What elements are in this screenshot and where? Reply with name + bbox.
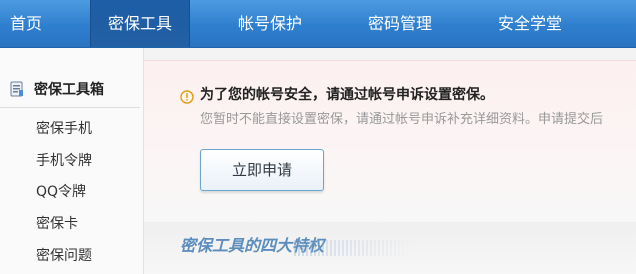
sidebar: 密保工具箱 密保手机 手机令牌 QQ令牌 密保卡 密保问题	[0, 48, 144, 274]
tab-security-academy[interactable]: 安全学堂	[482, 0, 578, 47]
sidebar-item-security-phone[interactable]: 密保手机	[36, 119, 92, 139]
main-content: 为了您的帐号安全，请通过帐号申诉设置密保。 您暂时不能直接设置密保，请通过帐号申…	[144, 60, 636, 274]
tab-account-protection[interactable]: 帐号保护	[222, 0, 318, 47]
sidebar-title: 密保工具箱	[34, 82, 104, 98]
features-section: 密保工具的四大特权	[144, 222, 636, 274]
sidebar-header: 密保工具箱	[0, 75, 140, 108]
tab-home[interactable]: 首页	[0, 0, 52, 47]
warning-circle-icon	[180, 89, 194, 104]
notice-description: 您暂时不能直接设置密保，请通过帐号申诉补充详细资料。申请提交后	[200, 112, 604, 127]
notice-headline: 为了您的帐号安全，请通过帐号申诉设置密保。	[200, 87, 494, 103]
toolbox-icon	[10, 81, 24, 97]
sidebar-item-security-question[interactable]: 密保问题	[36, 246, 92, 266]
notice-panel: 为了您的帐号安全，请通过帐号申诉设置密保。 您暂时不能直接设置密保，请通过帐号申…	[144, 60, 636, 223]
sidebar-item-mobile-token[interactable]: 手机令牌	[36, 151, 92, 171]
tab-password-management[interactable]: 密码管理	[352, 0, 448, 47]
sidebar-item-qq-token[interactable]: QQ令牌	[36, 182, 86, 202]
title-decoration	[294, 240, 414, 256]
apply-now-button[interactable]: 立即申请	[200, 149, 324, 191]
tab-security-tools[interactable]: 密保工具	[90, 0, 190, 47]
top-navigation: 首页 密保工具 帐号保护 密码管理 安全学堂	[0, 0, 636, 48]
sidebar-item-security-card[interactable]: 密保卡	[36, 214, 78, 234]
